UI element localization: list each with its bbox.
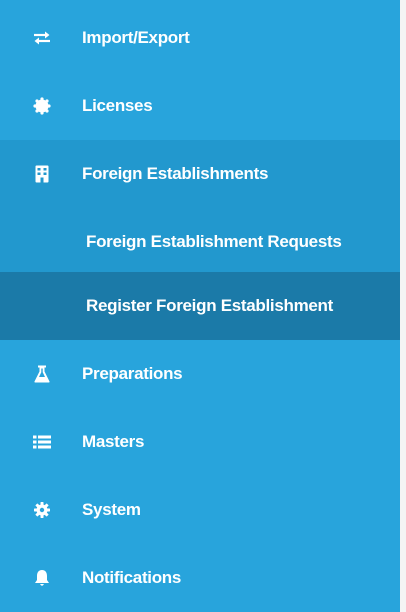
sidebar-item-label: System: [82, 500, 141, 519]
certificate-icon: [32, 96, 52, 116]
sidebar-item-notifications[interactable]: Notifications: [0, 544, 400, 612]
sidebar-item-foreign-establishments[interactable]: Foreign Establishments: [0, 140, 400, 208]
sidebar-subitem-foreign-establishment-requests[interactable]: Foreign Establishment Requests: [0, 208, 400, 276]
sidebar-item-preparations[interactable]: Preparations: [0, 340, 400, 408]
sidebar-item-label: Notifications: [82, 568, 182, 587]
bell-icon: [32, 568, 52, 588]
sidebar-subitem-register-foreign-establishment[interactable]: Register Foreign Establishment: [0, 272, 400, 340]
exchange-icon: [32, 28, 52, 48]
sidebar-item-licenses[interactable]: Licenses: [0, 72, 400, 140]
sidebar-item-label: Import/Export: [82, 28, 190, 47]
sidebar-item-label: Licenses: [82, 96, 153, 115]
flask-icon: [32, 364, 52, 384]
sidebar-item-import-export[interactable]: Import/Export: [0, 4, 400, 72]
sidebar-item-label: Masters: [82, 432, 145, 451]
sidebar-item-label: Register Foreign Establishment: [86, 296, 333, 315]
sidebar-menu: Import/Export Licenses Foreign Establish…: [0, 0, 400, 612]
list-icon: [32, 432, 52, 452]
sidebar-item-label: Foreign Establishments: [82, 164, 269, 183]
sidebar-item-label: Preparations: [82, 364, 183, 383]
sidebar-item-label: Foreign Establishment Requests: [86, 232, 342, 251]
sidebar-item-system[interactable]: System: [0, 476, 400, 544]
content-edge: [400, 0, 406, 612]
gear-icon: [32, 500, 52, 520]
sidebar-item-masters[interactable]: Masters: [0, 408, 400, 476]
building-icon: [32, 164, 52, 184]
